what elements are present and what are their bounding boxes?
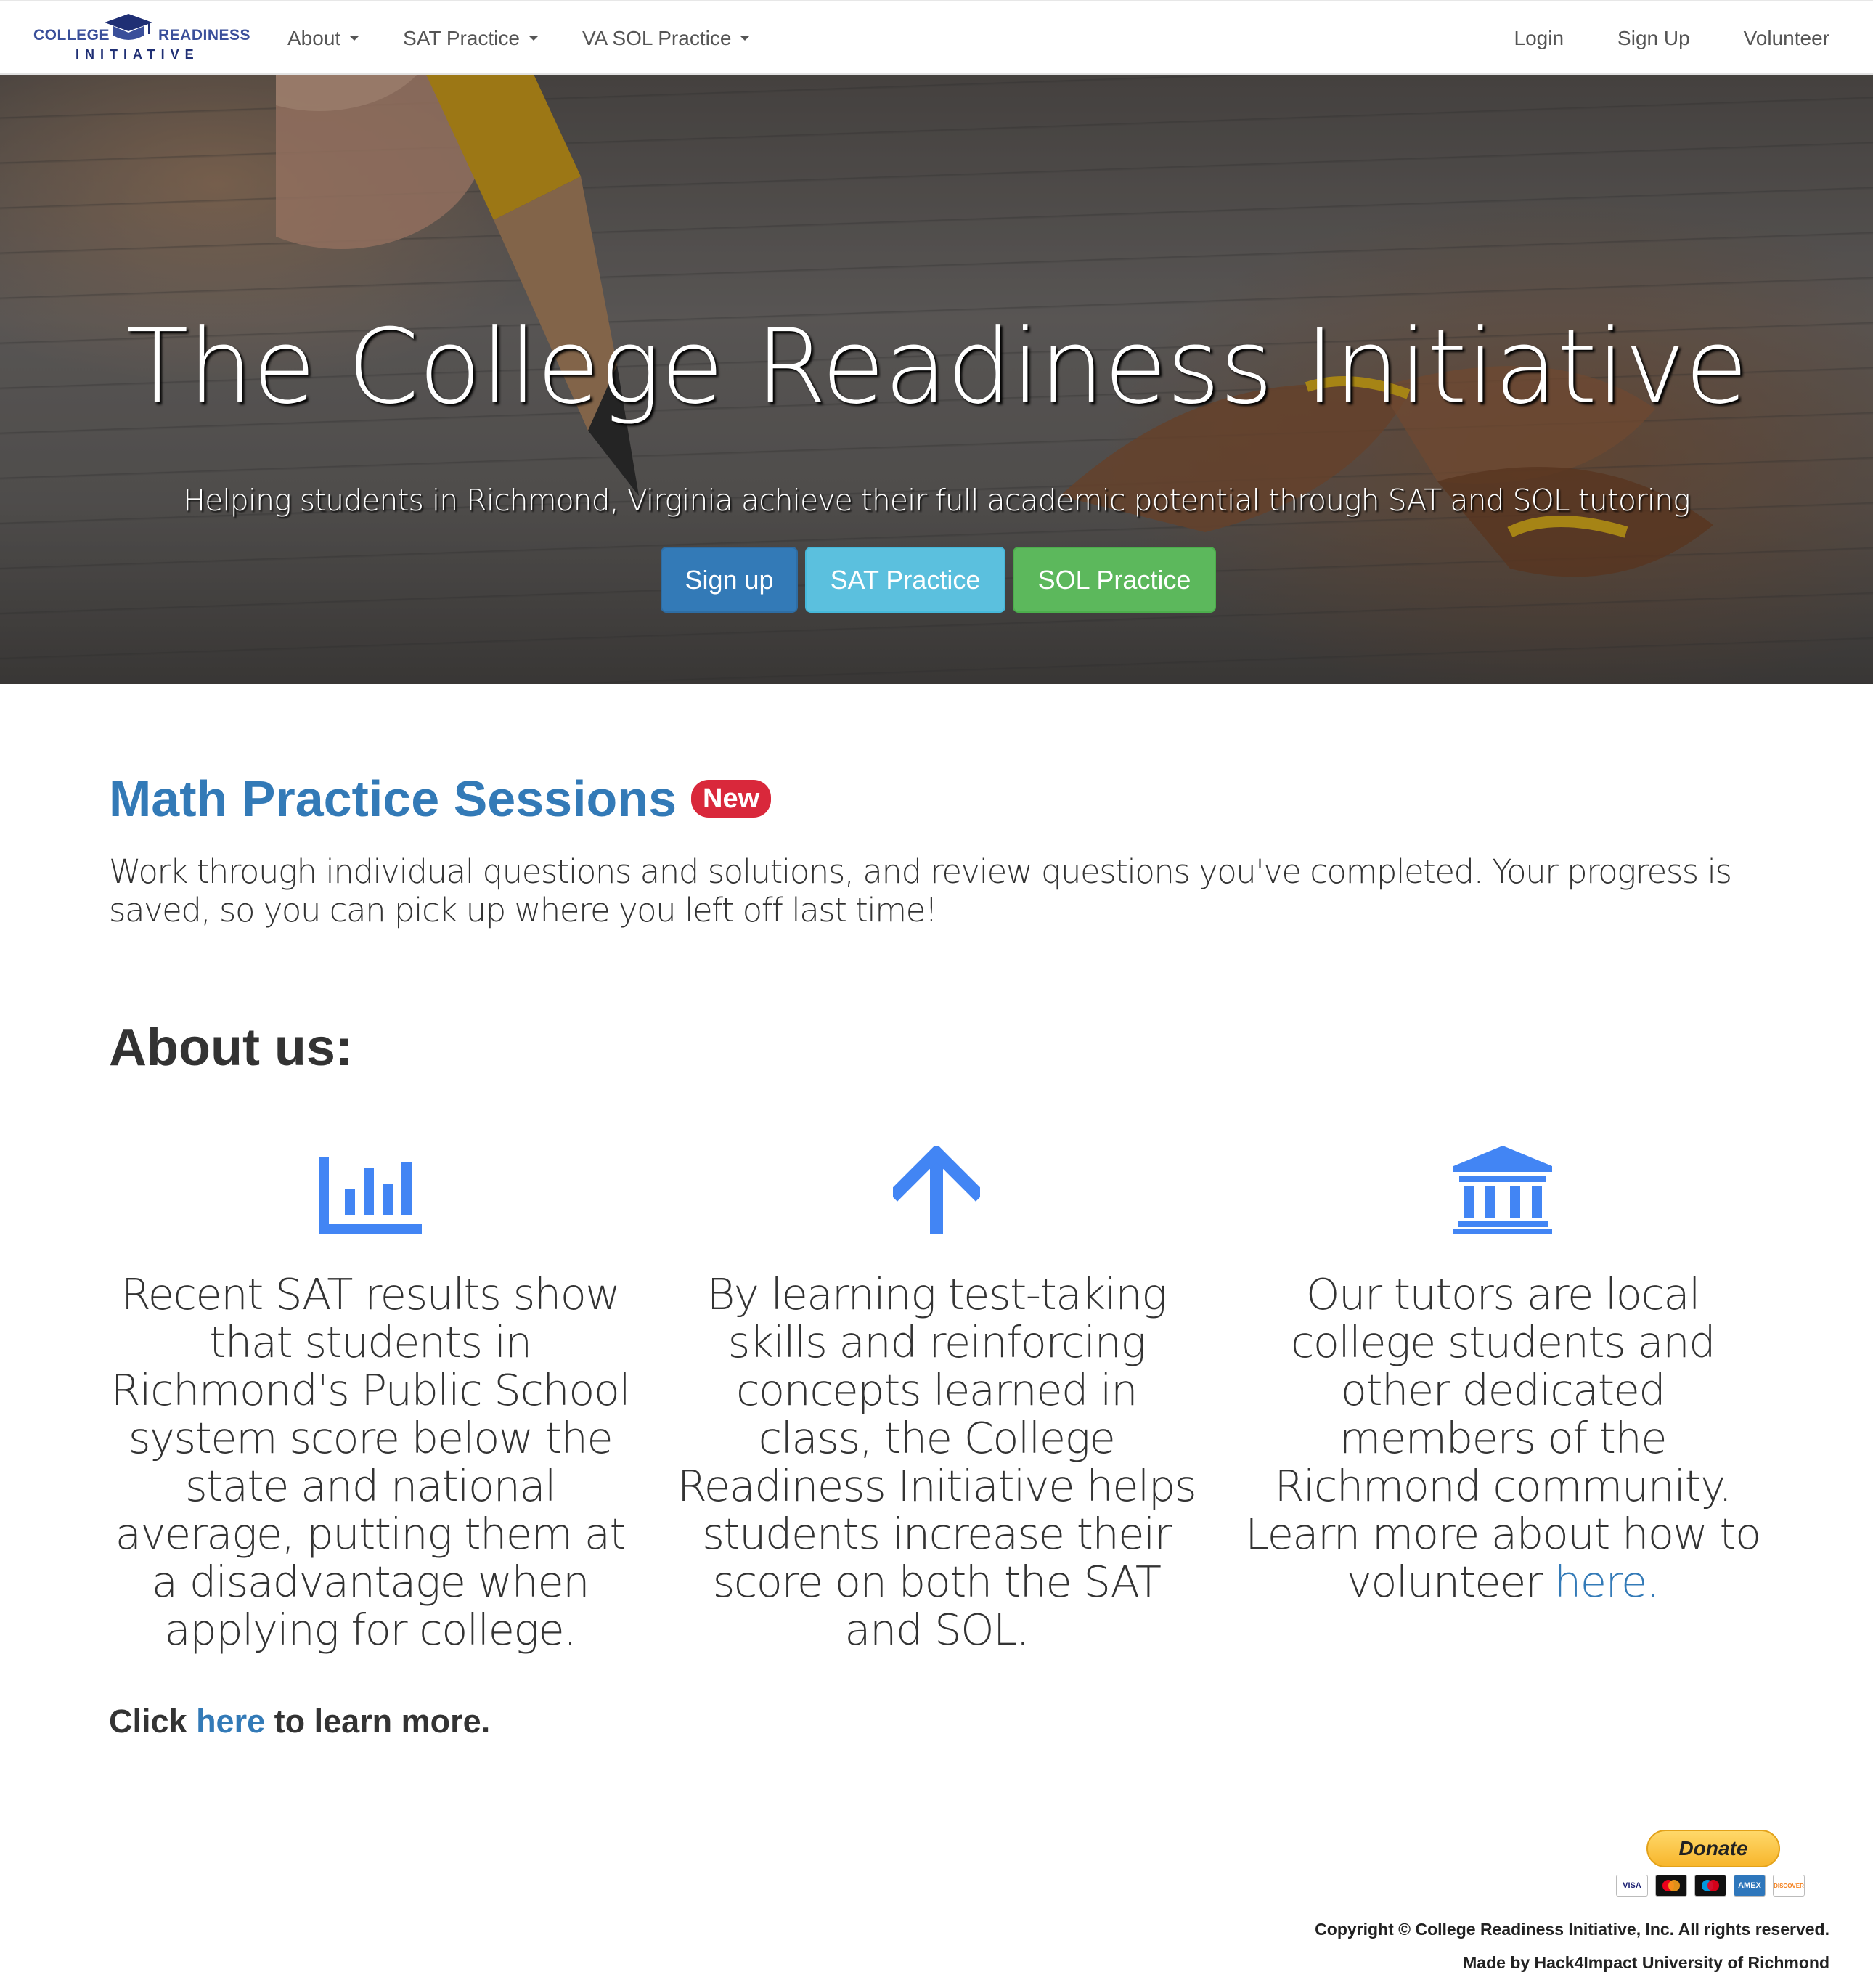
made-by-text: Made by Hack4Impact University of Richmo… [1463, 1953, 1829, 1972]
arrow-up-icon [675, 1146, 1198, 1234]
about-column-sat-results: Recent SAT results show that students in… [109, 1147, 632, 1654]
about-column-skills: By learning test-taking skills and reinf… [675, 1146, 1198, 1655]
about-column-tutors: Our tutors are local college students an… [1241, 1146, 1764, 1606]
caret-down-icon [349, 36, 360, 41]
nav-sat-label: SAT Practice [403, 26, 520, 49]
hero-buttons: Sign up SAT Practice SOL Practice [661, 547, 1223, 613]
about-text-tutors: Our tutors are local college students an… [1241, 1271, 1764, 1606]
math-practice-heading[interactable]: Math Practice Sessions New [109, 770, 772, 828]
nav-sol-label: VA SOL Practice [582, 26, 732, 49]
hero-subtitle: Helping students in Richmond, Virginia a… [183, 483, 1691, 518]
caret-down-icon [528, 36, 539, 41]
navbar: COLLEGE READINESS INITIATIVE About SAT P… [0, 0, 1873, 75]
math-practice-description: Work through individual questions and so… [109, 852, 1732, 929]
maestro-card-icon [1694, 1875, 1726, 1897]
learn-more-line: Click here to learn more. [109, 1703, 490, 1740]
about-text-skills: By learning test-taking skills and reinf… [677, 1269, 1197, 1655]
learn-more-here-link[interactable]: here [196, 1703, 265, 1740]
sol-practice-button[interactable]: SOL Practice [1013, 547, 1216, 613]
amex-card-icon: AMEX [1734, 1875, 1766, 1897]
learn-more-suffix: to learn more. [265, 1703, 491, 1740]
donate-button[interactable]: Donate [1646, 1830, 1780, 1867]
about-heading: About us: [109, 1019, 353, 1077]
visa-card-icon: VISA [1616, 1875, 1648, 1897]
sat-practice-button[interactable]: SAT Practice [805, 547, 1005, 613]
nav-right: Login Sign Up Volunteer [1461, 1, 1829, 76]
caret-down-icon [740, 36, 751, 41]
paypal-donate: Donate VISA AMEX DISCOVER [1616, 1830, 1816, 1897]
bar-chart-icon [109, 1147, 632, 1234]
logo-initiative-text: INITIATIVE [76, 47, 200, 62]
logo-college-text: COLLEGE [33, 27, 110, 44]
nav-volunteer-link[interactable]: Volunteer [1744, 27, 1829, 50]
nav-login-link[interactable]: Login [1514, 27, 1564, 50]
signup-button[interactable]: Sign up [661, 547, 798, 613]
discover-card-icon: DISCOVER [1773, 1875, 1805, 1897]
nav-about-label: About [287, 26, 341, 49]
math-practice-title: Math Practice Sessions [109, 770, 677, 827]
hero-title: The College Readiness Initiative [126, 307, 1748, 427]
site-logo[interactable]: COLLEGE READINESS INITIATIVE [33, 14, 250, 66]
learn-more-prefix: Click [109, 1703, 197, 1740]
about-text-sat-results: Recent SAT results show that students in… [110, 1269, 631, 1655]
new-badge: New [691, 780, 772, 818]
nav-signup-link[interactable]: Sign Up [1617, 27, 1690, 50]
payment-cards: VISA AMEX DISCOVER [1616, 1875, 1816, 1897]
volunteer-here-link[interactable]: here. [1554, 1557, 1660, 1607]
logo-readiness-text: READINESS [158, 27, 251, 44]
about-text-tutors-body: Our tutors are local college students an… [1245, 1269, 1761, 1607]
institution-icon [1241, 1146, 1764, 1234]
nav-va-sol-practice-dropdown[interactable]: VA SOL Practice [582, 26, 751, 50]
mastercard-icon [1655, 1875, 1687, 1897]
hero-banner: The College Readiness Initiative Helping… [0, 75, 1873, 684]
graduation-cap-icon [105, 14, 152, 40]
nav-about-dropdown[interactable]: About [287, 26, 360, 50]
copyright-text: Copyright © College Readiness Initiative… [1315, 1920, 1829, 1939]
nav-left: About SAT Practice VA SOL Practice [287, 1, 793, 76]
nav-sat-practice-dropdown[interactable]: SAT Practice [403, 27, 539, 50]
